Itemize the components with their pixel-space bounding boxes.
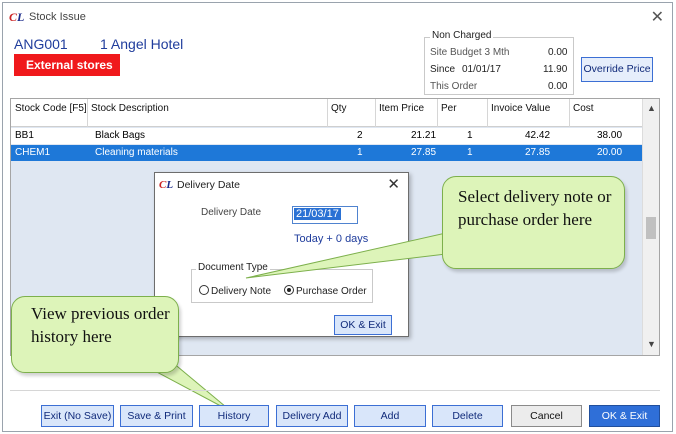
radio-off-icon: [199, 285, 209, 295]
since-value: 11.90: [543, 64, 568, 75]
cell-qty: 1: [357, 147, 363, 158]
non-charged-legend: Non Charged: [430, 30, 494, 41]
dialog-logo: CL: [159, 179, 174, 191]
table-row[interactable]: BB1 Black Bags 2 21.21 1 42.42 38.00: [11, 128, 643, 144]
col-stock-description[interactable]: Stock Description: [91, 103, 169, 114]
col-cost[interactable]: Cost: [573, 103, 594, 114]
cell-invoice-value: 27.85: [525, 147, 551, 158]
cell-description: Black Bags: [95, 130, 146, 141]
radio-delivery-note-label: Delivery Note: [211, 286, 272, 297]
close-icon[interactable]: ✕: [651, 7, 664, 27]
cell-cost: 20.00: [597, 147, 623, 158]
cell-description: Cleaning materials: [95, 147, 178, 158]
override-price-button[interactable]: Override Price: [581, 57, 653, 82]
radio-delivery-note[interactable]: Delivery Note: [199, 285, 271, 297]
col-item-price[interactable]: Item Price: [379, 103, 424, 114]
delivery-add-button[interactable]: Delivery Add: [276, 405, 348, 427]
save-print-button[interactable]: Save & Print: [120, 405, 193, 427]
account-code: ANG001: [14, 36, 68, 52]
this-order-label: This Order: [430, 81, 478, 92]
footer-divider: [10, 390, 660, 391]
cell-invoice-value: 42.42: [525, 130, 551, 141]
cancel-button[interactable]: Cancel: [511, 405, 582, 427]
radio-purchase-order-label: Purchase Order: [296, 286, 367, 297]
external-stores-badge: External stores: [14, 54, 120, 76]
delivery-date-value: 21/03/17: [294, 208, 341, 220]
title-bar: CL Stock Issue ✕: [3, 3, 672, 29]
cell-qty: 2: [357, 130, 363, 141]
dialog-close-icon[interactable]: ✕: [387, 175, 400, 193]
callout-history: View previous order history here: [11, 296, 179, 373]
cell-per: 1: [467, 130, 473, 141]
cell-stock-code: BB1: [15, 130, 34, 141]
today-offset: Today + 0 days: [294, 233, 369, 245]
cell-item-price: 27.85: [411, 147, 437, 158]
radio-on-icon: [284, 285, 294, 295]
table-row-selected[interactable]: CHEM1 Cleaning materials 1 27.85 1 27.85…: [11, 145, 643, 161]
since-label: Since: [430, 64, 456, 75]
cell-per: 1: [467, 147, 473, 158]
radio-purchase-order[interactable]: Purchase Order: [284, 285, 367, 297]
since-date: 01/01/17: [462, 64, 501, 75]
cell-stock-code: CHEM1: [15, 147, 51, 158]
account-name: 1 Angel Hotel: [100, 36, 184, 52]
history-button[interactable]: History: [199, 405, 269, 427]
this-order-value: 0.00: [548, 81, 568, 92]
col-stock-code[interactable]: Stock Code [F5]: [15, 103, 87, 114]
delivery-date-input[interactable]: 21/03/17: [292, 206, 358, 224]
grid-header: Stock Code [F5] Stock Description Qty It…: [11, 99, 643, 127]
col-per[interactable]: Per: [441, 103, 457, 114]
delivery-date-label: Delivery Date: [201, 207, 262, 218]
dialog-title: Delivery Date: [177, 179, 241, 191]
exit-no-save-button[interactable]: Exit (No Save): [41, 405, 114, 427]
cell-item-price: 21.21: [411, 130, 437, 141]
site-budget-label: Site Budget 3 Mth: [430, 47, 510, 58]
callout-delivery: Select delivery note or purchase order h…: [442, 176, 625, 269]
add-button[interactable]: Add: [354, 405, 426, 427]
ok-exit-button[interactable]: OK & Exit: [589, 405, 660, 427]
cell-cost: 38.00: [597, 130, 623, 141]
site-budget-value: 0.00: [548, 47, 568, 58]
delete-button[interactable]: Delete: [432, 405, 503, 427]
col-invoice-value[interactable]: Invoice Value: [491, 103, 550, 114]
col-qty[interactable]: Qty: [331, 103, 347, 114]
scroll-up-icon[interactable]: ▲: [647, 103, 656, 113]
scroll-thumb[interactable]: [646, 217, 656, 239]
delivery-date-dialog: CL Delivery Date ✕ Delivery Date 21/03/1…: [154, 172, 409, 337]
dialog-ok-exit-button[interactable]: OK & Exit: [334, 315, 392, 335]
document-type-legend: Document Type: [196, 262, 270, 273]
app-logo: CL: [9, 10, 25, 24]
window-title: Stock Issue: [29, 11, 86, 23]
grid-scrollbar[interactable]: ▲ ▼: [642, 99, 659, 355]
scroll-down-icon[interactable]: ▼: [647, 339, 656, 349]
